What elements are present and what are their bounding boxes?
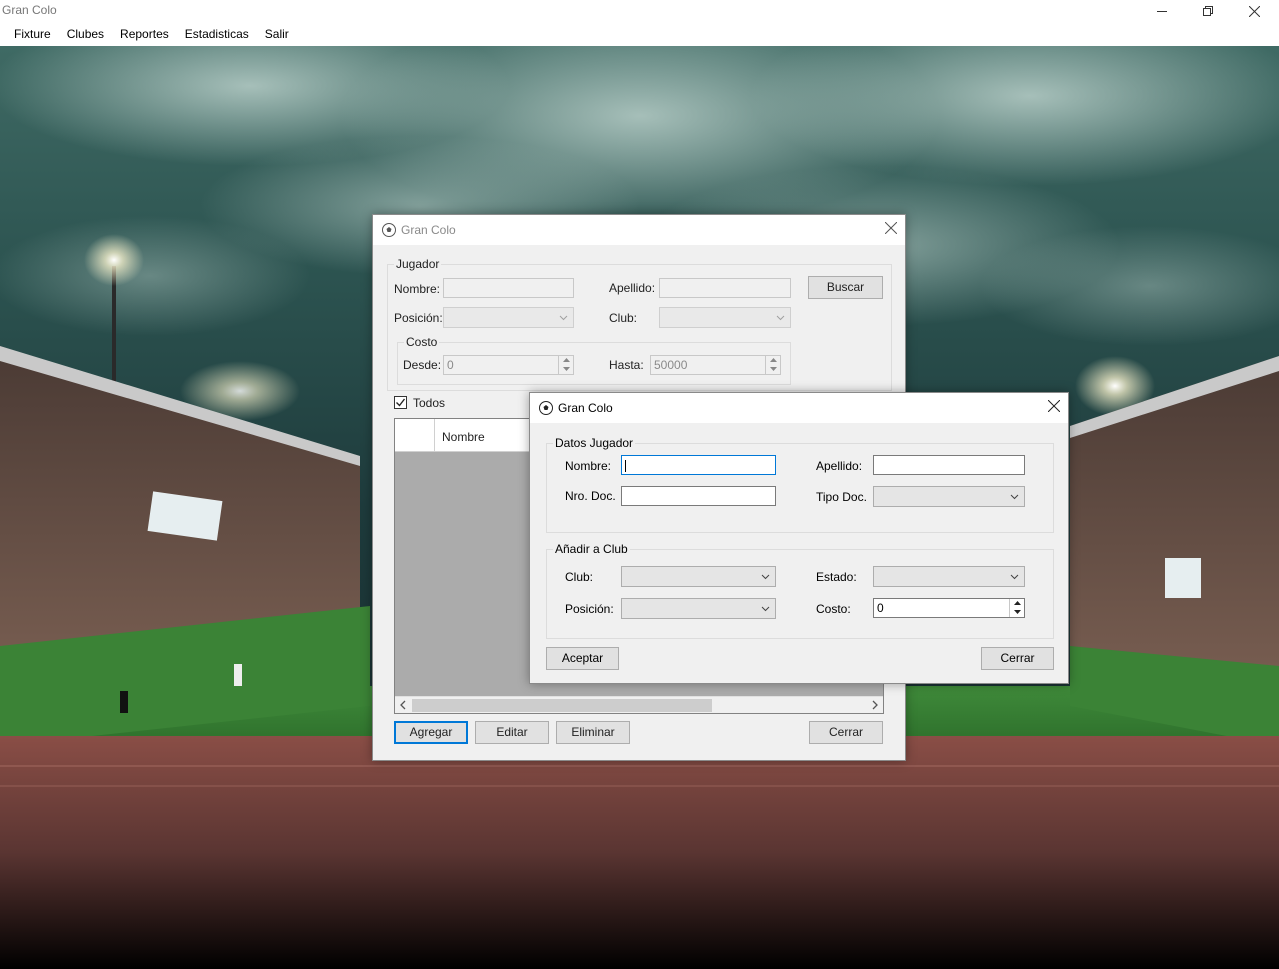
minimize-button[interactable] [1139, 0, 1185, 22]
add-club-combo[interactable] [621, 566, 776, 587]
menu-bar: Fixture Clubes Reportes Estadisticas Sal… [0, 22, 1279, 46]
anadir-club-group: Añadir a Club [546, 542, 1054, 639]
agregar-button[interactable]: Agregar [394, 721, 468, 744]
scroll-right-icon[interactable] [872, 700, 879, 710]
datos-jugador-group: Datos Jugador [546, 436, 1054, 533]
restore-button[interactable] [1185, 0, 1231, 22]
add-nombre-input[interactable] [621, 455, 776, 475]
estado-combo[interactable] [873, 566, 1025, 587]
players-dialog-title-bar: Gran Colo [373, 215, 905, 245]
costo-label: Costo: [816, 602, 851, 616]
todos-checkbox[interactable] [394, 396, 407, 409]
soccer-ball-icon [539, 401, 553, 415]
add-player-dialog: Gran Colo Datos Jugador Nombre: Apellido… [529, 392, 1069, 684]
nro-doc-label: Nro. Doc. [565, 489, 616, 503]
grid-row-header [395, 419, 435, 452]
editar-button[interactable]: Editar [475, 721, 549, 744]
hasta-spinner[interactable]: 50000 [650, 355, 781, 375]
club-combo[interactable] [659, 307, 791, 328]
add-dialog-title: Gran Colo [558, 401, 613, 415]
spin-down-icon [766, 365, 780, 374]
estado-label: Estado: [816, 570, 857, 584]
add-apellido-input[interactable] [873, 455, 1025, 475]
desde-label: Desde: [403, 358, 442, 372]
add-nombre-label: Nombre: [565, 459, 612, 473]
close-icon[interactable] [885, 222, 897, 234]
add-posicion-label: Posición: [565, 602, 614, 616]
close-window-button[interactable] [1231, 0, 1277, 22]
chevron-down-icon [1010, 494, 1019, 500]
cerrar-players-button[interactable]: Cerrar [809, 721, 883, 744]
close-icon[interactable] [1048, 400, 1060, 412]
chevron-down-icon [1010, 574, 1019, 580]
aceptar-button[interactable]: Aceptar [546, 647, 619, 670]
spin-down-icon [1010, 608, 1024, 617]
nombre-label: Nombre: [394, 282, 441, 296]
menu-fixture[interactable]: Fixture [6, 22, 59, 46]
cerrar-add-button[interactable]: Cerrar [981, 647, 1054, 670]
chevron-down-icon [776, 315, 785, 321]
menu-estadisticas[interactable]: Estadisticas [177, 22, 257, 46]
apellido-input[interactable] [659, 278, 791, 298]
menu-clubes[interactable]: Clubes [59, 22, 112, 46]
chevron-down-icon [761, 574, 770, 580]
apellido-label: Apellido: [609, 281, 656, 295]
anadir-club-label: Añadir a Club [555, 542, 628, 556]
posicion-label: Posición: [394, 311, 443, 325]
add-dialog-title-bar: Gran Colo [530, 393, 1068, 423]
chevron-down-icon [559, 315, 568, 321]
checkmark-icon [396, 398, 406, 407]
todos-label: Todos [413, 396, 446, 410]
scrollbar-thumb[interactable] [412, 699, 712, 712]
spin-up-icon [766, 356, 780, 365]
text-caret [625, 459, 626, 472]
eliminar-button[interactable]: Eliminar [556, 721, 630, 744]
add-club-label: Club: [565, 570, 594, 584]
nro-doc-input[interactable] [621, 486, 776, 506]
scroll-left-icon[interactable] [399, 700, 406, 710]
close-icon [1248, 5, 1260, 17]
datos-jugador-label: Datos Jugador [555, 436, 634, 450]
jugador-group-label: Jugador [396, 257, 440, 271]
chevron-down-icon [761, 606, 770, 612]
club-label: Club: [609, 311, 638, 325]
soccer-ball-icon [382, 223, 396, 237]
spin-up-icon [1010, 599, 1024, 608]
main-title-bar: Gran Colo [0, 0, 1279, 22]
spin-up-icon [559, 356, 573, 365]
desde-spinner[interactable]: 0 [443, 355, 574, 375]
spin-down-icon [559, 365, 573, 374]
add-apellido-label: Apellido: [816, 459, 863, 473]
buscar-button[interactable]: Buscar [808, 276, 883, 299]
costo-spinner[interactable]: 0 [873, 598, 1025, 618]
tipo-doc-label: Tipo Doc. [816, 490, 867, 504]
hasta-label: Hasta: [609, 358, 644, 372]
minimize-icon [1157, 11, 1167, 12]
posicion-combo[interactable] [443, 307, 574, 328]
grid-horizontal-scrollbar[interactable] [395, 696, 883, 713]
costo-group-label: Costo [406, 335, 438, 349]
app-title: Gran Colo [2, 3, 57, 17]
restore-icon [1203, 6, 1213, 16]
nombre-input[interactable] [443, 278, 574, 298]
tipo-doc-combo[interactable] [873, 486, 1025, 507]
grid-column-nombre[interactable]: Nombre [442, 430, 485, 444]
menu-salir[interactable]: Salir [257, 22, 297, 46]
players-dialog-title: Gran Colo [401, 223, 456, 237]
add-posicion-combo[interactable] [621, 598, 776, 619]
menu-reportes[interactable]: Reportes [112, 22, 177, 46]
